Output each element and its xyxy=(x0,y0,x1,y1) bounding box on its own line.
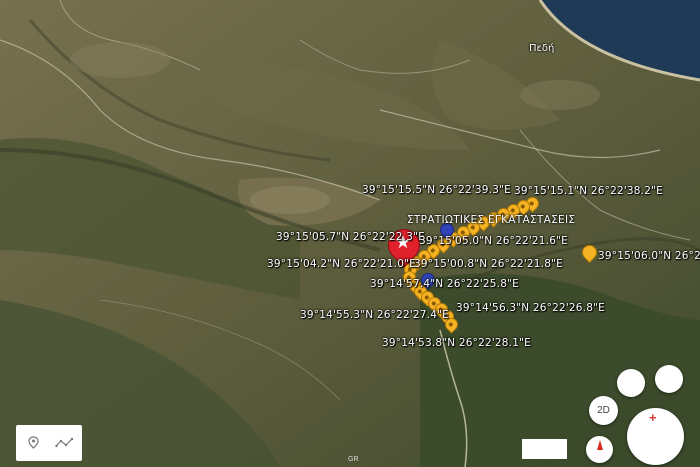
view-toggle-button[interactable]: 2D xyxy=(589,396,618,425)
place-label: Πεδή xyxy=(529,43,555,54)
coordinate-label: 39°15'15.1"N 26°22'38.2"E xyxy=(514,185,663,197)
coordinate-label: 39°15'06.0"N 26°22' xyxy=(598,250,700,262)
coordinate-label: 39°15'05.7"N 26°22'22.3"E xyxy=(276,231,425,243)
map-view[interactable]: Πεδή ★ ΣΤΡΑΤΙΩΤΙΚΕΣ ΕΓΚΑΤΑΣΤΑΣΕΙΣ 39°15'… xyxy=(0,0,700,467)
scale-bar xyxy=(522,439,567,459)
compass-icon xyxy=(597,440,603,450)
coordinate-label: 39°15'15.5"N 26°22'39.3"E xyxy=(362,184,511,196)
location-icon[interactable] xyxy=(27,436,40,449)
coordinate-label: 39°14'55.3"N 26°22'27.4"E xyxy=(300,309,449,321)
street-view-button[interactable] xyxy=(655,365,683,393)
coordinate-label: 39°15'00.8"N 26°22'21.8"E xyxy=(414,258,563,270)
layer-button[interactable] xyxy=(617,369,645,397)
map-source-mark: GR xyxy=(348,456,359,463)
coordinate-label: 39°15'05.0"N 26°22'21.6"E xyxy=(419,235,568,247)
installation-label: ΣΤΡΑΤΙΩΤΙΚΕΣ ΕΓΚΑΤΑΣΤΑΣΕΙΣ xyxy=(407,214,576,226)
measure-icon[interactable] xyxy=(55,437,75,449)
coordinate-label: 39°15'04.2"N 26°22'21.0"E xyxy=(267,258,416,270)
zoom-in-icon[interactable]: + xyxy=(649,410,657,425)
coordinate-label: 39°14'53.8"N 26°22'28.1"E xyxy=(382,337,531,349)
coordinate-label: 39°14'57.4"N 26°22'25.8"E xyxy=(370,278,519,290)
coordinate-label: 39°14'56.3"N 26°22'26.8"E xyxy=(456,302,605,314)
